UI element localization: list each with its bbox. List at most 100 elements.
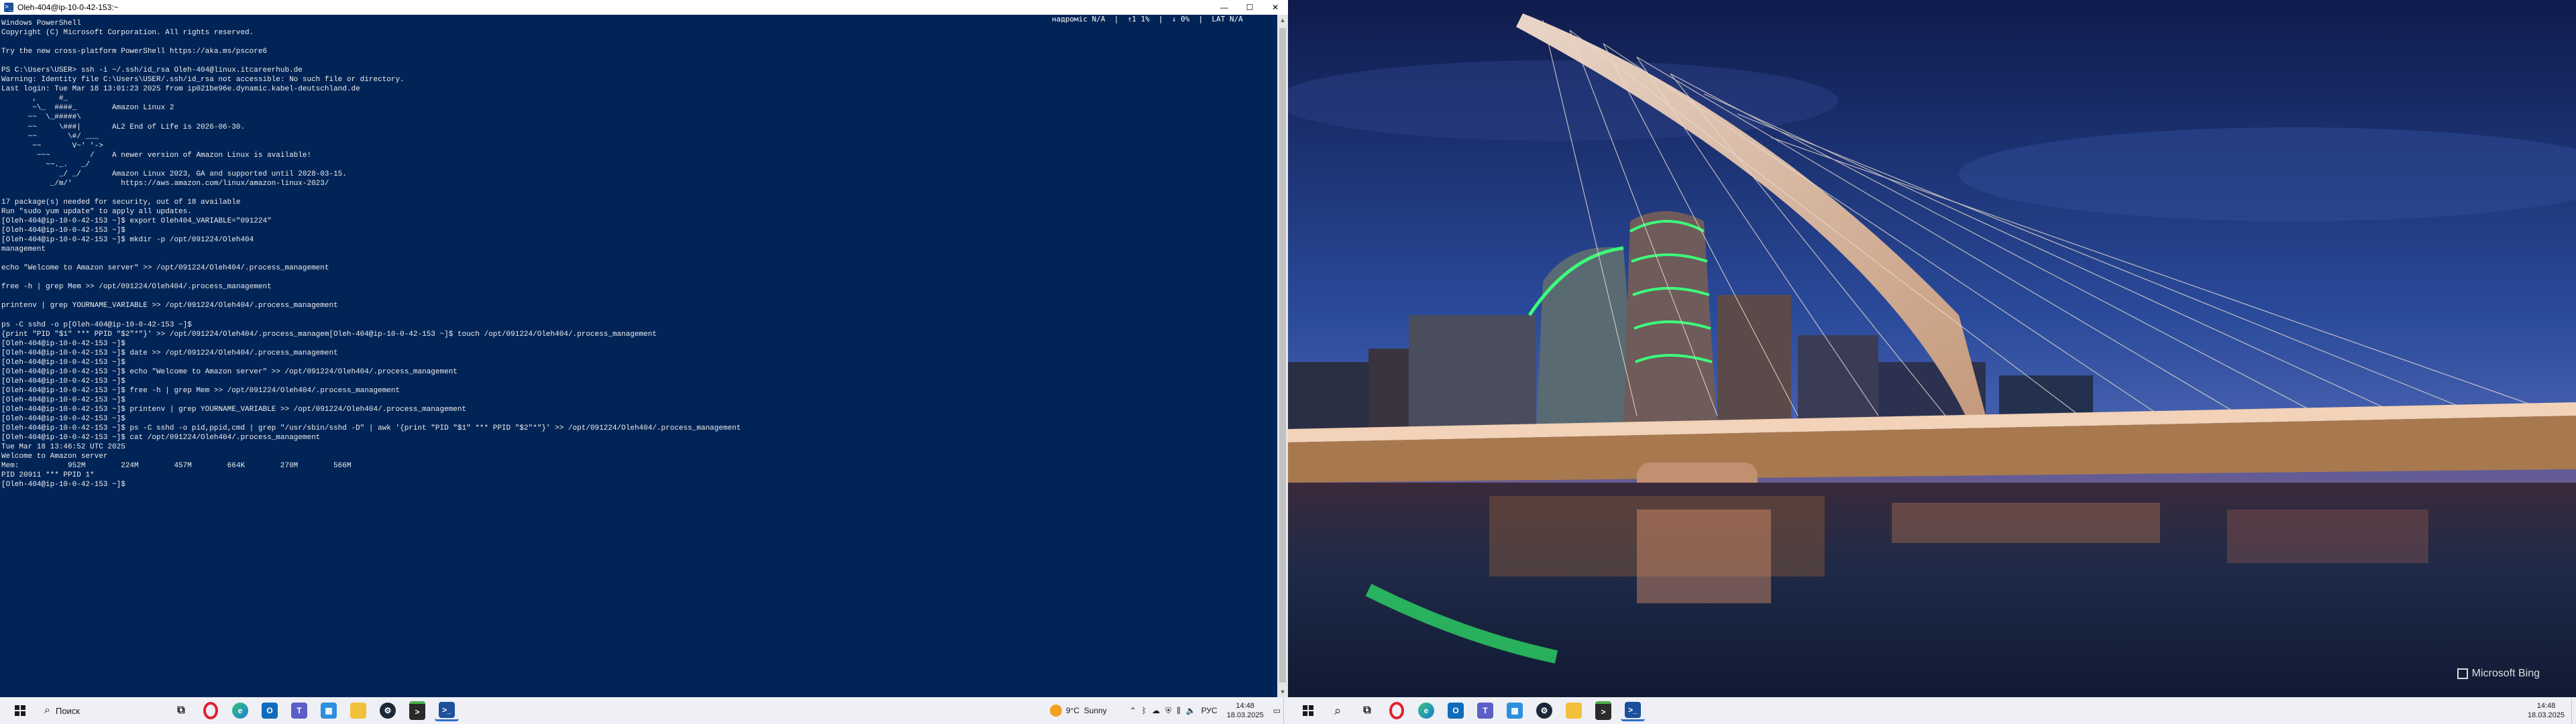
console-line: [Oleh-404@ip-10-0-42-153 ~]$ bbox=[1, 414, 125, 423]
start-button[interactable] bbox=[8, 700, 32, 721]
window-titlebar[interactable]: >_ Oleh-404@ip-10-0-42-153:~ — ☐ ✕ bbox=[0, 0, 1288, 15]
edge-icon: e bbox=[1418, 703, 1434, 719]
outlook-icon: O bbox=[262, 703, 278, 719]
console-line: Tue Mar 18 13:46:52 UTC 2025 bbox=[1, 443, 125, 452]
vpn-icon[interactable]: ⛨ bbox=[1165, 706, 1171, 716]
file-explorer-button[interactable] bbox=[346, 700, 370, 721]
volume-icon[interactable]: 🔈 bbox=[1186, 706, 1196, 715]
console-line: printenv | grep YOURNAME_VARIABLE >> /op… bbox=[1, 302, 338, 310]
teams-icon: T bbox=[1477, 703, 1493, 719]
console-line: Welcome to Amazon server bbox=[1, 452, 108, 461]
show-desktop-button[interactable] bbox=[2571, 697, 2576, 724]
bluetooth-icon[interactable]: ᛒ bbox=[1142, 706, 1146, 715]
console-line: [Oleh-404@ip-10-0-42-153 ~]$ bbox=[1, 396, 125, 404]
console-line: [Oleh-404@ip-10-0-42-153 ~]$ export Oleh… bbox=[1, 217, 272, 225]
outlook-icon: O bbox=[1448, 703, 1464, 719]
onedrive-icon[interactable]: ☁ bbox=[1152, 706, 1160, 715]
show-desktop-button[interactable] bbox=[1283, 697, 1288, 724]
bing-watermark-text: Microsoft Bing bbox=[2471, 668, 2540, 679]
task-view-icon: ⧉ bbox=[177, 705, 185, 716]
console-line: [Oleh-404@ip-10-0-42-153 ~]$ bbox=[1, 339, 125, 348]
opera-icon bbox=[203, 702, 218, 719]
task-view-button-secondary[interactable]: ⧉ bbox=[1355, 700, 1379, 721]
edge-button-secondary[interactable]: e bbox=[1414, 700, 1438, 721]
console-line: Copyright (C) Microsoft Corporation. All… bbox=[1, 29, 254, 38]
console-line: Run "sudo yum update" to apply all updat… bbox=[1, 207, 192, 216]
steam-icon: ⚙ bbox=[380, 703, 396, 719]
terminal-button-secondary[interactable]: > bbox=[1591, 700, 1615, 721]
taskbar-secondary: ⌕ ⧉ e O T ▦ ⚙ > >_ 14:48 18.03.2025 bbox=[1288, 697, 2576, 724]
clock-time: 14:48 bbox=[2536, 702, 2556, 710]
clock-secondary[interactable]: 14:48 18.03.2025 bbox=[2528, 701, 2565, 720]
console-line: [Oleh-404@ip-10-0-42-153 ~]$ free -h | g… bbox=[1, 386, 400, 395]
console-line: ~\_ ####_ Amazon Linux 2 bbox=[1, 104, 174, 113]
console-line: management bbox=[1, 245, 46, 254]
system-tray: 9°C Sunny ⌃ ᛒ ☁ ⛨ ⫼ 🔈 РУС 14:48 18.03.20… bbox=[1049, 697, 1288, 724]
opera-button[interactable] bbox=[199, 700, 223, 721]
taskbar-search[interactable]: ⌕ Поиск bbox=[39, 700, 166, 721]
powershell-icon: >_ bbox=[1625, 701, 1641, 718]
console-line: [Oleh-404@ip-10-0-42-153 ~]$ bbox=[1, 377, 125, 385]
terminal-button[interactable]: > bbox=[405, 700, 429, 721]
opera-button-secondary[interactable] bbox=[1385, 700, 1409, 721]
steam-button[interactable]: ⚙ bbox=[376, 700, 400, 721]
windows-logo-icon bbox=[15, 705, 25, 716]
search-button-secondary[interactable]: ⌕ bbox=[1326, 700, 1350, 721]
powershell-window: >_ Oleh-404@ip-10-0-42-153:~ — ☐ ✕ Windo… bbox=[0, 0, 1288, 724]
console-line: [Oleh-404@ip-10-0-42-153 ~]$ bbox=[1, 358, 125, 367]
chevron-up-icon[interactable]: ⌃ bbox=[1130, 706, 1136, 715]
teams-button-secondary[interactable]: T bbox=[1473, 700, 1497, 721]
start-button-secondary[interactable] bbox=[1296, 700, 1320, 721]
powershell-button[interactable]: >_ bbox=[435, 700, 459, 721]
terminal-output[interactable]: Windows PowerShell Copyright (C) Microsof… bbox=[0, 15, 1277, 697]
scroll-up-icon[interactable]: ▲ bbox=[1277, 15, 1288, 25]
weather-widget[interactable]: 9°C Sunny bbox=[1049, 705, 1107, 717]
network-icon[interactable]: ⫼ bbox=[1177, 706, 1181, 716]
maximize-button[interactable]: ☐ bbox=[1237, 0, 1263, 15]
scrollbar-thumb[interactable] bbox=[1279, 28, 1286, 682]
notification-icon[interactable]: ▭ bbox=[1273, 706, 1281, 715]
console-line: [Oleh-404@ip-10-0-42-153 ~]$ bbox=[1, 481, 125, 489]
taskbar-primary: ⌕ Поиск ⧉ e O T ▦ ⚙ > >_ 9°C Sunny ⌃ ᛒ ☁ bbox=[0, 697, 1288, 724]
outlook-button[interactable]: O bbox=[258, 700, 282, 721]
steam-icon: ⚙ bbox=[1536, 703, 1552, 719]
outlook-button-secondary[interactable]: O bbox=[1444, 700, 1468, 721]
task-view-icon: ⧉ bbox=[1363, 705, 1371, 716]
console-line: Mem: 952M 224M 457M 664K 270M 566M bbox=[1, 462, 352, 471]
vertical-scrollbar[interactable]: ▲ ▼ bbox=[1277, 15, 1288, 697]
network-status-overlay: надроміс N/A | ↑1 1% | ↓ 0% | LAT N/A bbox=[1052, 15, 1243, 23]
console-line: ~~~ / A newer version of Amazon Linux is… bbox=[1, 151, 312, 160]
console-line: ps -C sshd -o p[Oleh-404@ip-10-0-42-153 … bbox=[1, 320, 192, 329]
search-icon: ⌕ bbox=[1334, 703, 1342, 717]
console-line: PS C:\Users\USER> ssh -i ~/.ssh/id_rsa O… bbox=[1, 66, 303, 75]
teams-button[interactable]: T bbox=[287, 700, 311, 721]
store-button-secondary[interactable]: ▦ bbox=[1503, 700, 1527, 721]
file-explorer-button-secondary[interactable] bbox=[1562, 700, 1586, 721]
edge-button[interactable]: e bbox=[228, 700, 252, 721]
bing-watermark[interactable]: Microsoft Bing bbox=[2457, 668, 2540, 680]
powershell-button-secondary[interactable]: >_ bbox=[1621, 700, 1645, 721]
search-icon: ⌕ bbox=[44, 705, 50, 716]
terminal-icon: > bbox=[409, 701, 425, 720]
store-button[interactable]: ▦ bbox=[317, 700, 341, 721]
task-view-button[interactable]: ⧉ bbox=[169, 700, 193, 721]
bing-icon bbox=[2457, 668, 2468, 679]
close-button[interactable]: ✕ bbox=[1263, 0, 1288, 15]
clock[interactable]: 14:48 18.03.2025 bbox=[1227, 701, 1264, 720]
language-indicator[interactable]: РУС bbox=[1201, 706, 1218, 715]
system-tray-secondary: 14:48 18.03.2025 bbox=[2521, 697, 2576, 724]
steam-button-secondary[interactable]: ⚙ bbox=[1532, 700, 1556, 721]
scroll-down-icon[interactable]: ▼ bbox=[1277, 686, 1288, 697]
console-line: free -h | grep Mem >> /opt/091224/Oleh40… bbox=[1, 283, 272, 292]
minimize-button[interactable]: — bbox=[1212, 0, 1237, 15]
store-icon: ▦ bbox=[1507, 703, 1523, 719]
console-line: Last login: Tue Mar 18 13:01:23 2025 fro… bbox=[1, 85, 360, 94]
console-line: _/m/' https://aws.amazon.com/linux/amazo… bbox=[1, 179, 329, 188]
sun-icon bbox=[1049, 705, 1062, 717]
secondary-desktop: Microsoft Bing bbox=[1288, 0, 2576, 697]
